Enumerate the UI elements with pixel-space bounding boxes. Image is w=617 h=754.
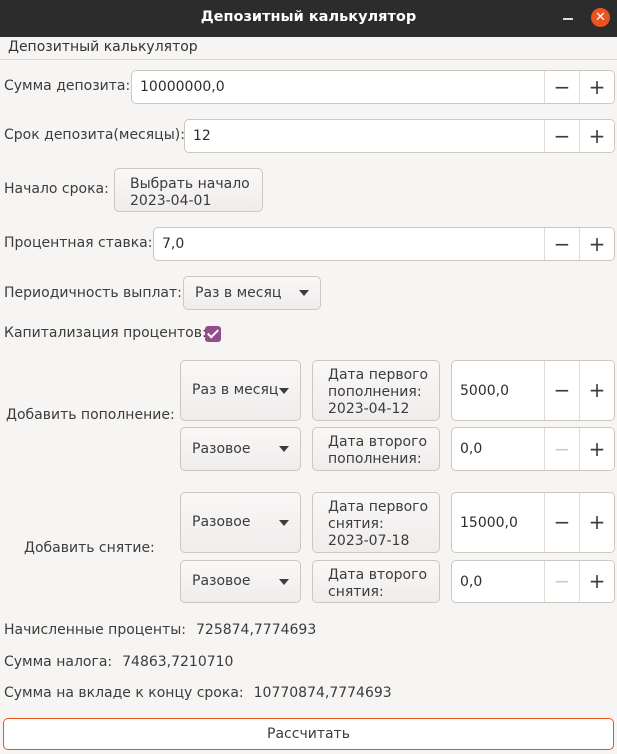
replenishment-2-increment-button[interactable]: + xyxy=(579,428,614,470)
withdrawal-1-decrement-button[interactable]: − xyxy=(544,493,579,552)
total-label: Сумма на вкладе к концу срока: xyxy=(4,685,244,701)
minimize-icon[interactable] xyxy=(560,8,576,28)
term-decrement-button[interactable]: − xyxy=(544,120,579,152)
payout-label: Периодичность выплат: xyxy=(4,285,182,301)
replenishment-1-period-combobox[interactable]: Раз в месяц xyxy=(180,360,301,421)
window-title: Депозитный калькулятор xyxy=(200,9,417,25)
replenishment-1-period-selected: Раз в месяц xyxy=(192,382,279,398)
chevron-down-icon xyxy=(279,519,289,526)
chevron-down-icon xyxy=(279,446,289,452)
interest-result: Начисленные проценты: 725874,7774693 xyxy=(4,622,316,638)
deposit-amount-decrement-button[interactable]: − xyxy=(544,71,579,103)
total-result: Сумма на вкладе к концу срока: 10770874,7… xyxy=(4,685,392,701)
replenishment-1-increment-button[interactable]: + xyxy=(579,361,614,420)
chevron-down-icon xyxy=(299,290,309,296)
replenishment-1-decrement-button[interactable]: − xyxy=(544,361,579,420)
deposit-amount-increment-button[interactable]: + xyxy=(579,71,614,103)
withdrawal-label: Добавить снятие: xyxy=(24,540,155,556)
interest-value: 725874,7774693 xyxy=(196,622,317,638)
capitalization-checkbox[interactable] xyxy=(205,326,221,342)
replenishment-2-amount-input[interactable] xyxy=(452,428,544,470)
withdrawal-1-date-button[interactable]: Дата первого снятия: 2023-07-18 xyxy=(312,492,440,553)
menubar: Депозитный калькулятор xyxy=(0,37,617,60)
withdrawal-2-amount-spinbox: − + xyxy=(451,560,615,603)
start-label: Начало срока: xyxy=(4,181,109,197)
term-label: Срок депозита(месяцы): xyxy=(4,127,185,143)
withdrawal-1-amount-input[interactable] xyxy=(452,493,544,552)
total-value: 10770874,7774693 xyxy=(253,685,392,701)
replenishment-1-amount-spinbox: − + xyxy=(451,360,615,421)
withdrawal-2-increment-button[interactable]: + xyxy=(579,561,614,602)
choose-start-button[interactable]: Выбрать начало 2023-04-01 xyxy=(114,168,263,212)
replenishment-2-date-button[interactable]: Дата второго пополнения: xyxy=(312,427,440,471)
replenishment-2-period-combobox[interactable]: Разовое xyxy=(180,427,301,471)
rate-label: Процентная ставка: xyxy=(4,235,153,251)
withdrawal-2-amount-input[interactable] xyxy=(452,561,544,602)
close-icon[interactable]: ✕ xyxy=(591,8,610,27)
rate-input[interactable] xyxy=(154,228,544,260)
payout-combobox[interactable]: Раз в месяц xyxy=(183,276,321,310)
deposit-amount-label: Сумма депозита: xyxy=(4,78,131,94)
deposit-amount-spinbox: − + xyxy=(131,70,615,104)
withdrawal-2-date-button[interactable]: Дата второго снятия: xyxy=(312,560,440,603)
withdrawal-2-period-combobox[interactable]: Разовое xyxy=(180,560,301,603)
capitalization-label: Капитализация процентов: xyxy=(4,325,207,341)
term-spinbox: − + xyxy=(184,119,615,153)
rate-increment-button[interactable]: + xyxy=(579,228,614,260)
term-increment-button[interactable]: + xyxy=(579,120,614,152)
replenishment-label: Добавить пополнение: xyxy=(6,407,175,423)
chevron-down-icon xyxy=(279,578,289,585)
withdrawal-2-decrement-button[interactable]: − xyxy=(544,561,579,602)
rate-spinbox: − + xyxy=(153,227,615,261)
deposit-amount-input[interactable] xyxy=(132,71,544,103)
menu-item-calculator[interactable]: Депозитный калькулятор xyxy=(8,39,198,55)
rate-decrement-button[interactable]: − xyxy=(544,228,579,260)
interest-label: Начисленные проценты: xyxy=(4,622,186,638)
replenishment-2-decrement-button[interactable]: − xyxy=(544,428,579,470)
term-input[interactable] xyxy=(185,120,544,152)
window-titlebar: Депозитный калькулятор ✕ xyxy=(0,0,617,37)
withdrawal-1-increment-button[interactable]: + xyxy=(579,493,614,552)
replenishment-1-amount-input[interactable] xyxy=(452,361,544,420)
withdrawal-1-period-combobox[interactable]: Разовое xyxy=(180,492,301,553)
withdrawal-2-period-selected: Разовое xyxy=(192,573,251,589)
payout-selected: Раз в месяц xyxy=(195,285,282,301)
withdrawal-1-period-selected: Разовое xyxy=(192,514,251,530)
withdrawal-1-amount-spinbox: − + xyxy=(451,492,615,553)
chevron-down-icon xyxy=(279,387,289,394)
replenishment-2-period-selected: Разовое xyxy=(192,441,251,457)
replenishment-2-amount-spinbox: − + xyxy=(451,427,615,471)
tax-value: 74863,7210710 xyxy=(122,654,234,670)
calculate-button[interactable]: Рассчитать xyxy=(3,718,614,750)
tax-result: Сумма налога: 74863,7210710 xyxy=(4,654,233,670)
tax-label: Сумма налога: xyxy=(4,654,113,670)
replenishment-1-date-button[interactable]: Дата первого пополнения: 2023-04-12 xyxy=(312,360,440,421)
